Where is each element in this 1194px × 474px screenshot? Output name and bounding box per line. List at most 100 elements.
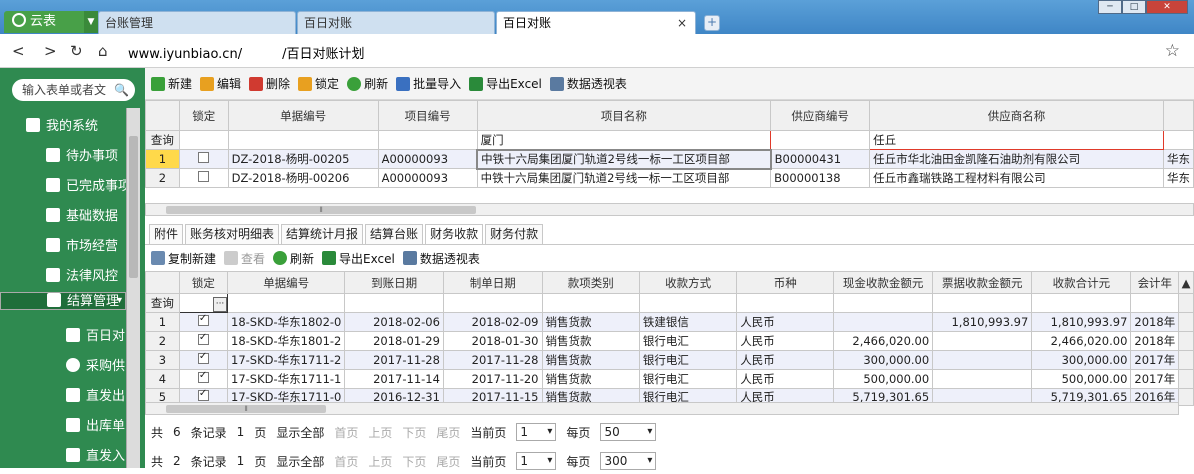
payment-type-cell[interactable]: 销售货款 [541, 369, 640, 389]
supplier-name-cell[interactable]: 任丘市华北油田金凯隆石油助剂有限公司 [869, 149, 1164, 169]
current-page-select[interactable]: 1 [516, 452, 557, 470]
table-row[interactable]: 1 18-SKD-华东1802-0 2018-02-06 2018-02-09 … [145, 312, 1194, 332]
arrival-date-cell[interactable]: 2017-11-14 [344, 369, 444, 389]
pivot-table-button[interactable]: 数据透视表 [549, 75, 627, 92]
lock-checkbox-cell[interactable] [178, 168, 229, 188]
made-date-cell[interactable]: 2018-01-30 [442, 331, 543, 351]
prev-page-button[interactable]: 上页 [368, 453, 392, 470]
arrival-date-cell[interactable]: 2017-11-28 [344, 350, 444, 370]
filter-cell[interactable] [178, 130, 229, 150]
tab-finance-receipt[interactable]: 财务收款 [425, 224, 484, 244]
sidebar-item-my-system[interactable]: 我的系统 [0, 112, 126, 142]
scrollbar-thumb[interactable]: ⦀ [166, 405, 326, 413]
col-header-fiscal-year[interactable]: 会计年 [1130, 271, 1180, 294]
payment-type-cell[interactable]: 销售货款 [541, 350, 640, 370]
extra-cell[interactable]: 华东 [1162, 149, 1194, 169]
cash-amount-cell[interactable]: 300,000.00 [833, 350, 934, 370]
url-field[interactable]: www.iyunbiao.cn/ /百日对账计划 [128, 43, 364, 62]
new-button[interactable]: 新建 [151, 75, 192, 92]
total-amount-cell[interactable]: 300,000.00 [1031, 350, 1132, 370]
project-name-cell[interactable]: 中铁十六局集团厦门轨道2号线一标一工区项目部 [476, 148, 772, 170]
filter-cell[interactable] [541, 293, 640, 313]
total-amount-cell[interactable]: 500,000.00 [1031, 369, 1132, 389]
close-tab-icon[interactable]: × [677, 12, 687, 34]
filter-cell[interactable] [1031, 293, 1132, 313]
table-row[interactable]: 1 DZ-2018-杨明-00205 A00000093 中铁十六局集团厦门轨道… [145, 148, 1194, 170]
extra-cell[interactable]: 华东 [1162, 168, 1194, 188]
doc-no-cell[interactable]: 18-SKD-华东1801-2 [226, 331, 346, 351]
total-amount-cell[interactable]: 2,466,020.00 [1031, 331, 1132, 351]
table-row[interactable]: 2 18-SKD-华东1801-2 2018-01-29 2018-01-30 … [145, 331, 1194, 351]
sidebar-item-basic-data[interactable]: 基础数据 [0, 202, 126, 232]
sidebar-item-todo[interactable]: 待办事项 [0, 142, 126, 172]
cash-amount-cell[interactable] [833, 312, 934, 332]
lock-filter-dropdown[interactable]: ··· [178, 293, 229, 313]
table-row[interactable]: 3 17-SKD-华东1711-2 2017-11-28 2017-11-28 … [145, 350, 1194, 370]
sidebar-item-direct-out[interactable]: 直发出 [0, 382, 126, 412]
filter-cell[interactable] [377, 130, 478, 150]
view-button[interactable]: 查看 [224, 250, 265, 267]
lock-button[interactable]: 锁定 [298, 75, 339, 92]
col-header-lock[interactable]: 锁定 [178, 100, 229, 131]
made-date-cell[interactable]: 2017-11-28 [442, 350, 543, 370]
payment-type-cell[interactable]: 销售货款 [541, 331, 640, 351]
supplier-no-cell[interactable]: B00000431 [770, 149, 871, 169]
lock-checkbox[interactable] [197, 314, 209, 326]
project-no-cell[interactable]: A00000093 [377, 168, 478, 188]
sidebar-item-purchase[interactable]: 采购供 [0, 352, 126, 382]
show-all-link[interactable]: 显示全部 [276, 453, 324, 470]
arrival-date-cell[interactable]: 2018-02-06 [344, 312, 444, 332]
col-header-cash-amount[interactable]: 现金收款金额元 [833, 271, 934, 294]
copy-new-button[interactable]: 复制新建 [151, 250, 216, 267]
doc-no-cell[interactable]: 18-SKD-华东1802-0 [226, 312, 346, 332]
last-page-button[interactable]: 尾页 [436, 424, 460, 441]
sidebar-item-market[interactable]: 市场经营 [0, 232, 126, 262]
sidebar-item-legal[interactable]: 法律风控 [0, 262, 126, 292]
tab-settle-report[interactable]: 结算统计月报 [281, 224, 364, 244]
tab-attachment[interactable]: 附件 [149, 224, 184, 244]
chevron-down-icon[interactable]: ▼ [84, 11, 98, 33]
browser-tab-reconcile-1[interactable]: 百日对账 [297, 11, 495, 34]
made-date-cell[interactable]: 2017-11-20 [442, 369, 543, 389]
vscroll-track[interactable] [1178, 312, 1194, 332]
app-brand-button[interactable]: 云表 ▼ [4, 11, 98, 33]
forward-arrow-icon[interactable]: > [44, 42, 57, 60]
sidebar-item-settlement[interactable]: 结算管理 [0, 292, 126, 310]
browser-tab-reconcile-active[interactable]: 百日对账 × [496, 11, 696, 34]
col-header-lock[interactable]: 锁定 [178, 271, 229, 294]
vscroll-track[interactable] [1178, 350, 1194, 370]
project-no-cell[interactable]: A00000093 [377, 149, 478, 169]
scrollbar-thumb[interactable]: ⦀ [166, 206, 476, 214]
doc-no-cell[interactable]: DZ-2018-杨明-00206 [227, 168, 379, 188]
receive-way-cell[interactable]: 铁建银信 [638, 312, 738, 332]
home-icon[interactable]: ⌂ [98, 42, 108, 60]
fiscal-year-cell[interactable]: 2017年 [1130, 369, 1180, 389]
new-tab-button[interactable]: + [704, 15, 720, 31]
project-name-cell[interactable]: 中铁十六局集团厦门轨道2号线一标一工区项目部 [476, 168, 772, 188]
vscroll-track[interactable] [1178, 388, 1194, 406]
tab-finance-payment[interactable]: 财务付款 [485, 224, 544, 244]
tab-settle-ledger[interactable]: 结算台账 [365, 224, 424, 244]
next-page-button[interactable]: 下页 [402, 453, 426, 470]
filter-cell[interactable] [932, 293, 1033, 313]
fiscal-year-cell[interactable]: 2018年 [1130, 312, 1180, 332]
grid1-horizontal-scrollbar[interactable]: ⦀ [145, 203, 1194, 216]
reload-icon[interactable]: ↻ [70, 42, 83, 60]
col-header-doc-no[interactable]: 单据编号 [226, 271, 346, 294]
edit-button[interactable]: 编辑 [200, 75, 241, 92]
browser-tab-ledger[interactable]: 台账管理 [98, 11, 296, 34]
lock-checkbox-cell[interactable] [178, 149, 229, 169]
filter-cell[interactable] [344, 293, 444, 313]
bookmark-star-icon[interactable]: ☆ [1165, 41, 1180, 61]
current-page-select[interactable]: 1 [516, 423, 557, 441]
bill-amount-cell[interactable] [932, 350, 1033, 370]
show-all-link[interactable]: 显示全部 [276, 424, 324, 441]
sidebar-item-stock-out[interactable]: 出库单 [0, 412, 126, 442]
currency-cell[interactable]: 人民币 [736, 331, 835, 351]
sidebar-item-reconcile[interactable]: 百日对 [0, 322, 126, 352]
scrollbar-thumb[interactable] [129, 136, 138, 278]
detail-refresh-button[interactable]: 刷新 [273, 250, 314, 267]
currency-cell[interactable]: 人民币 [736, 312, 835, 332]
col-header-supplier-name[interactable]: 供应商名称 [869, 100, 1164, 131]
filter-cell[interactable] [1130, 293, 1180, 313]
